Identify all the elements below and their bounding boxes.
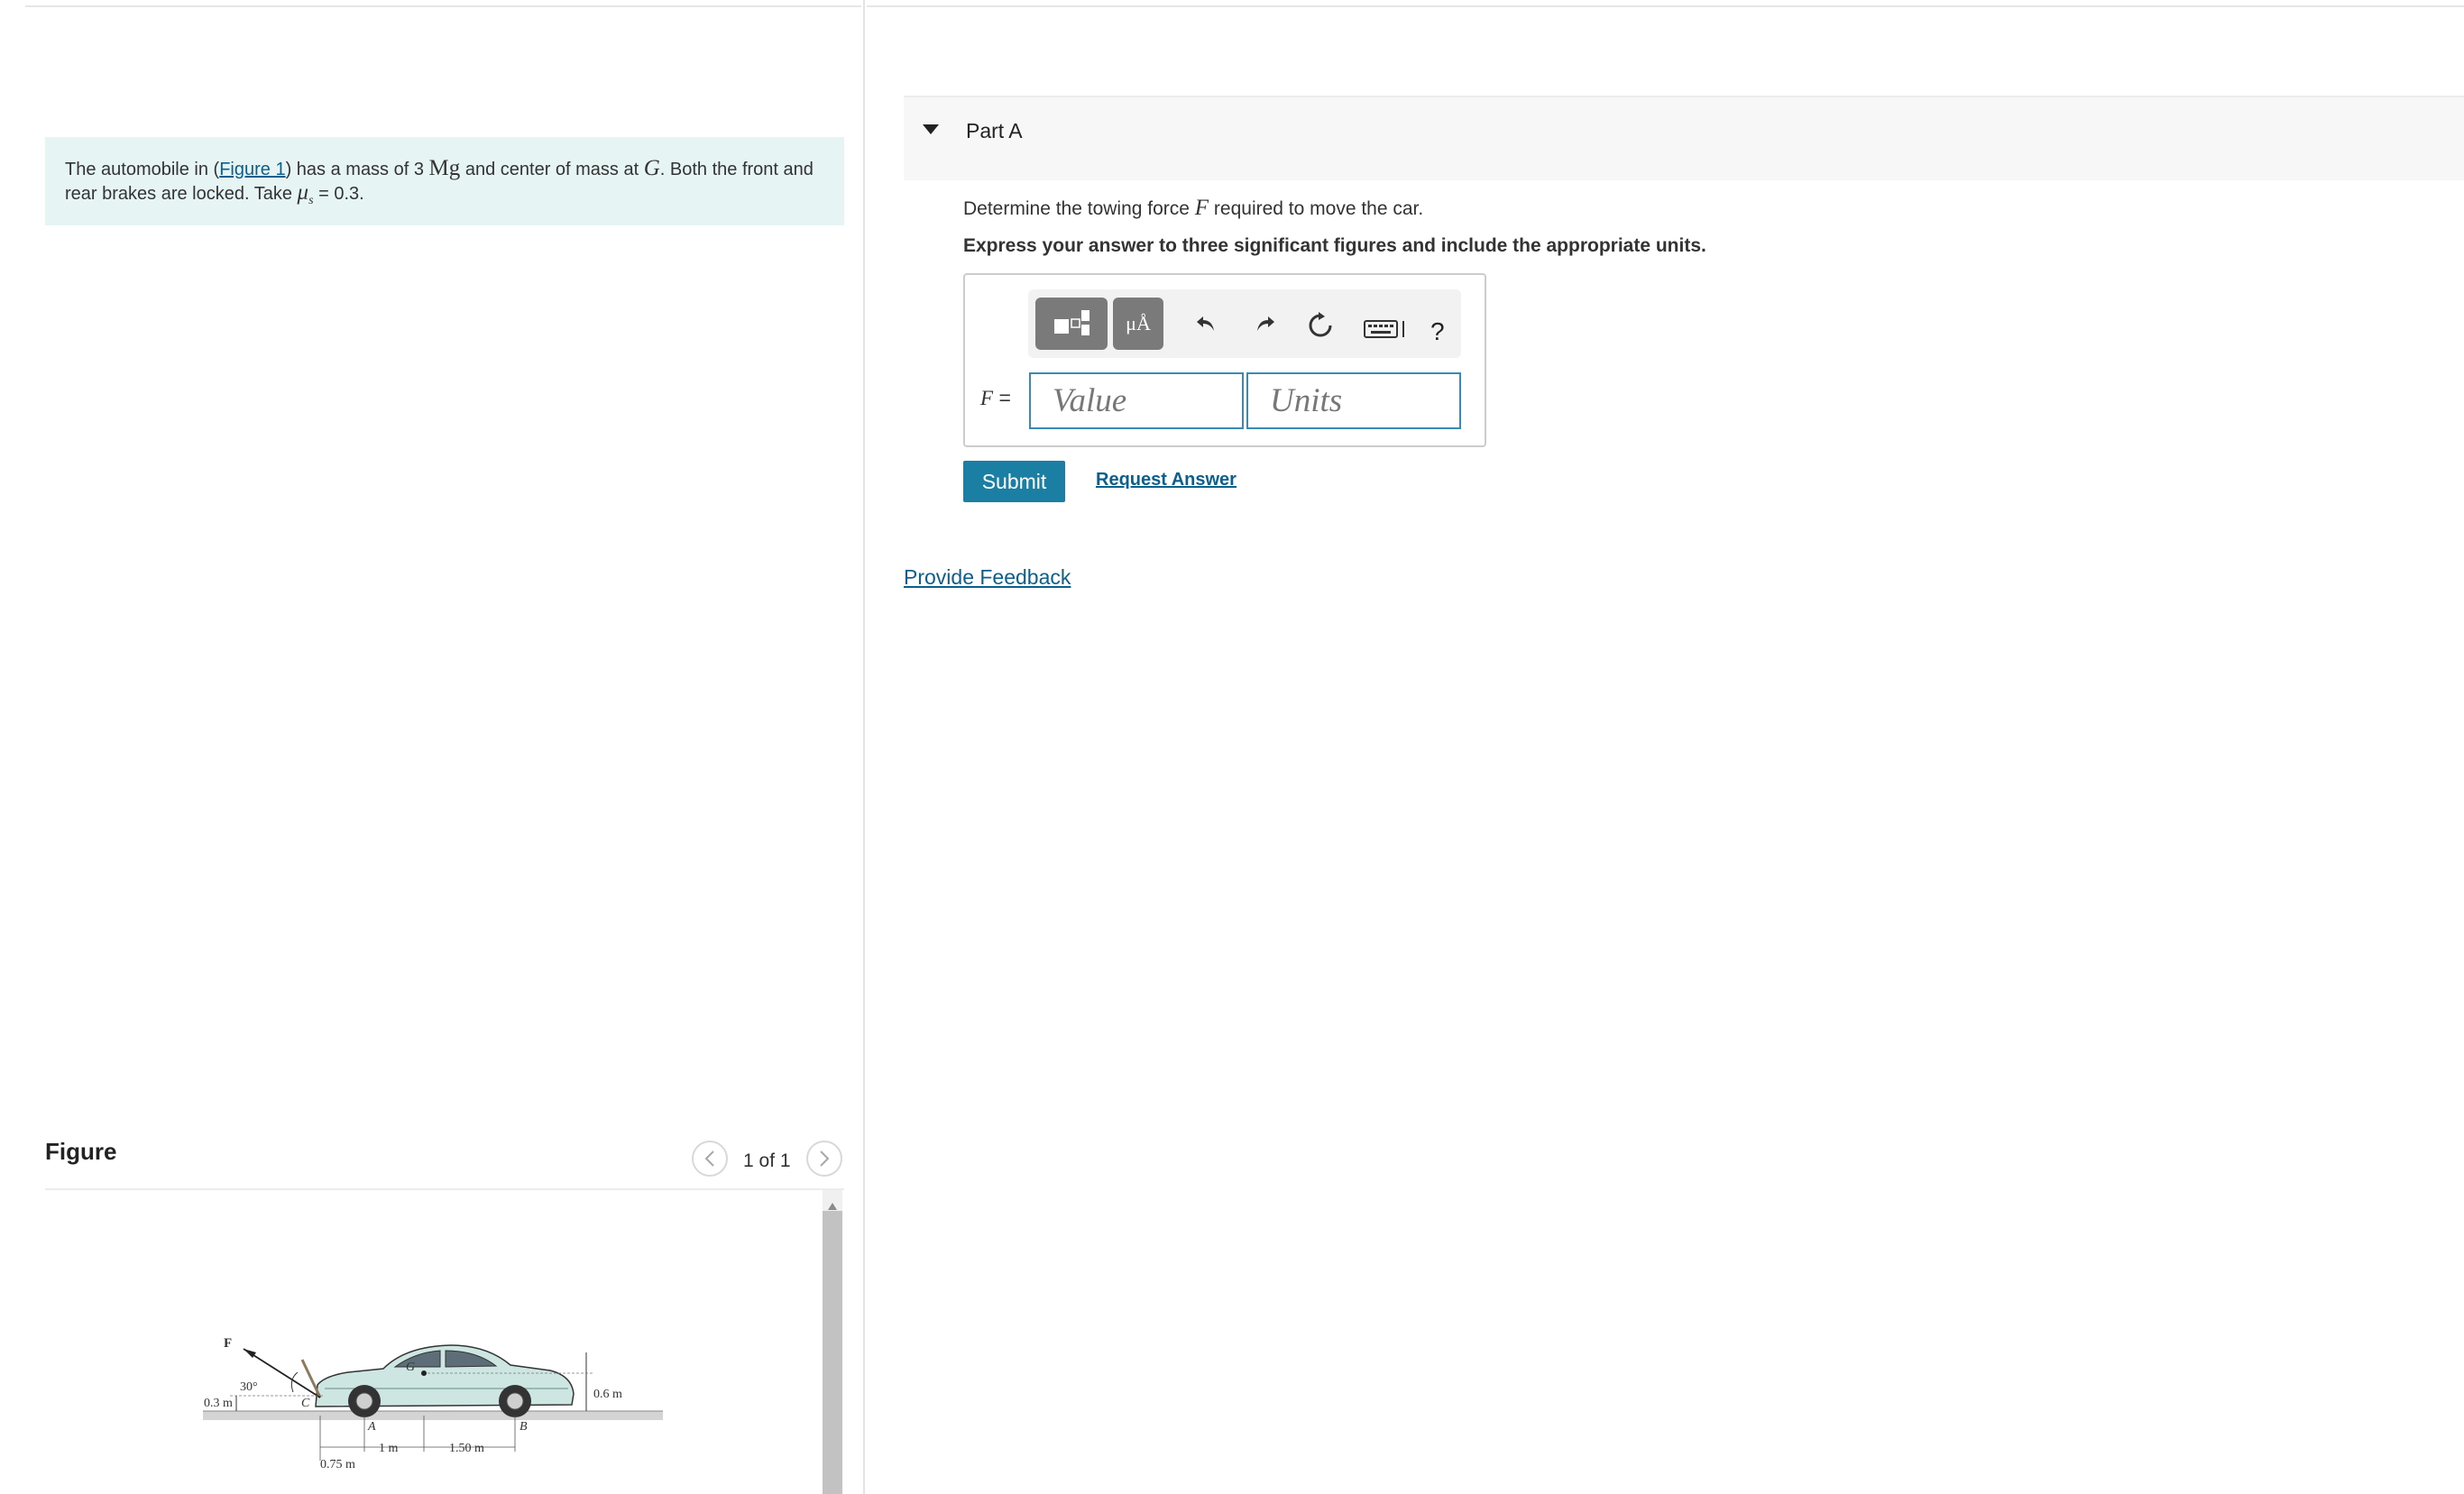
units-glyph: μÅ: [1126, 312, 1151, 335]
provide-feedback-link[interactable]: Provide Feedback: [904, 565, 1071, 590]
question-symbol: F: [1194, 196, 1209, 220]
car-diagram: F 30° 0.3 m C A B G 0.6 m 0.75 m 1 m 1.5…: [203, 1336, 663, 1471]
symbol-g: G: [643, 156, 660, 180]
figure-divider: [45, 1188, 844, 1190]
label-point-c: C: [301, 1397, 310, 1410]
question-text: Determine the towing force F required to…: [963, 196, 1423, 221]
answer-variable-label: F =: [980, 386, 1011, 410]
figure-prev-button[interactable]: [692, 1141, 728, 1177]
figure-link[interactable]: Figure 1: [219, 160, 285, 179]
question-text-1: Determine the towing force: [963, 198, 1195, 219]
ground: [203, 1411, 663, 1420]
problem-text-2: ) has a mass of 3: [285, 160, 429, 179]
label-force: F: [224, 1336, 232, 1351]
problem-text-1: The automobile in (: [65, 160, 220, 179]
problem-statement: The automobile in (Figure 1) has a mass …: [45, 137, 844, 225]
scroll-up-icon: [828, 1203, 837, 1210]
label-dist-ag: 1 m: [379, 1442, 399, 1455]
symbol-mu: μ: [297, 180, 309, 205]
label-angle: 30°: [240, 1380, 258, 1394]
variable-symbol: F: [980, 387, 994, 409]
label-height-c: 0.3 m: [204, 1397, 233, 1410]
units-input[interactable]: [1246, 372, 1461, 429]
undo-icon[interactable]: [1194, 312, 1218, 341]
part-a-header[interactable]: [904, 96, 2464, 180]
label-dist-gb: 1.50 m: [449, 1442, 484, 1455]
problem-text-3: and center of mass at: [460, 160, 644, 179]
caret-down-icon[interactable]: [923, 124, 939, 134]
label-height-g: 0.6 m: [593, 1388, 622, 1401]
keyboard-icon[interactable]: [1364, 317, 1407, 344]
figure-pagination: 1 of 1: [743, 1150, 791, 1171]
chevron-left-icon: [704, 1150, 714, 1167]
redo-icon[interactable]: [1254, 312, 1277, 341]
figure-title: Figure: [45, 1138, 117, 1165]
question-text-2: required to move the car.: [1209, 198, 1424, 219]
figure-next-button[interactable]: [806, 1141, 842, 1177]
help-button[interactable]: ?: [1430, 319, 1445, 344]
templates-icon: [1054, 310, 1089, 335]
part-a-title[interactable]: Part A: [966, 119, 1023, 143]
submit-button[interactable]: Submit: [963, 461, 1065, 502]
answer-instruction: Express your answer to three significant…: [963, 235, 1706, 256]
request-answer-link[interactable]: Request Answer: [1096, 470, 1237, 490]
problem-text-5: = 0.3.: [313, 184, 364, 204]
figure-scroll-up-arrow[interactable]: [823, 1190, 842, 1210]
top-divider-right: [867, 5, 2464, 7]
center-of-mass-dot: [421, 1370, 427, 1376]
label-point-a: A: [367, 1420, 376, 1434]
units-button[interactable]: μÅ: [1113, 298, 1163, 350]
figure-scrollbar-thumb[interactable]: [823, 1211, 842, 1494]
label-point-g: G: [406, 1361, 415, 1374]
chevron-right-icon: [820, 1150, 830, 1167]
label-point-b: B: [519, 1420, 528, 1434]
reset-icon[interactable]: [1307, 312, 1334, 344]
top-divider-left: [25, 5, 861, 7]
label-dist-ca: 0.75 m: [320, 1458, 355, 1471]
column-divider: [863, 0, 865, 1494]
unit-mg: Mg: [428, 156, 461, 180]
templates-button[interactable]: [1035, 298, 1108, 350]
equals-sign: =: [993, 386, 1011, 409]
value-input[interactable]: [1029, 372, 1244, 429]
